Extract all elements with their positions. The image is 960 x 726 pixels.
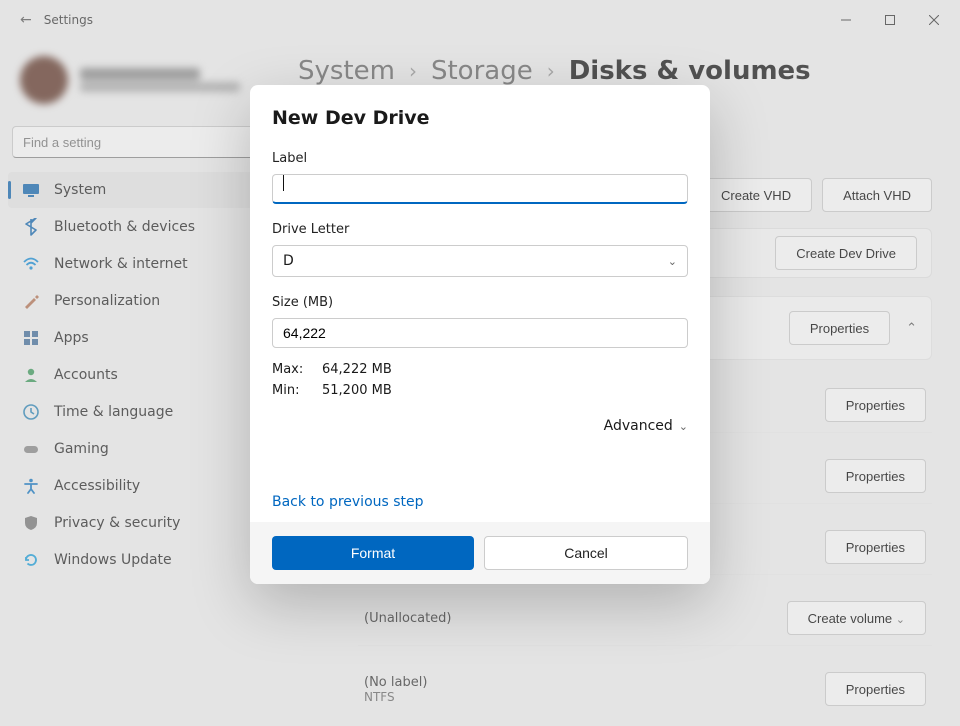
format-button[interactable]: Format [272, 536, 474, 570]
drive-letter-select[interactable]: D ⌄ [272, 245, 688, 277]
size-field-label: Size (MB) [272, 295, 688, 310]
min-value: 51,200 MB [322, 383, 688, 398]
cancel-button[interactable]: Cancel [484, 536, 688, 570]
size-input[interactable] [272, 318, 688, 348]
advanced-toggle[interactable]: Advanced ⌄ [272, 418, 688, 434]
max-label: Max: [272, 362, 322, 377]
drive-letter-value: D [283, 253, 294, 269]
chevron-down-icon: ⌄ [668, 255, 677, 268]
chevron-down-icon: ⌄ [679, 420, 688, 433]
advanced-label: Advanced [604, 418, 673, 434]
drive-letter-label: Drive Letter [272, 222, 688, 237]
new-dev-drive-dialog: New Dev Drive Label Drive Letter D ⌄ Siz… [250, 85, 710, 584]
min-label: Min: [272, 383, 322, 398]
label-input[interactable] [272, 174, 688, 204]
back-to-previous-link[interactable]: Back to previous step [272, 494, 424, 510]
dialog-title: New Dev Drive [272, 107, 688, 129]
max-value: 64,222 MB [322, 362, 688, 377]
label-field-label: Label [272, 151, 688, 166]
